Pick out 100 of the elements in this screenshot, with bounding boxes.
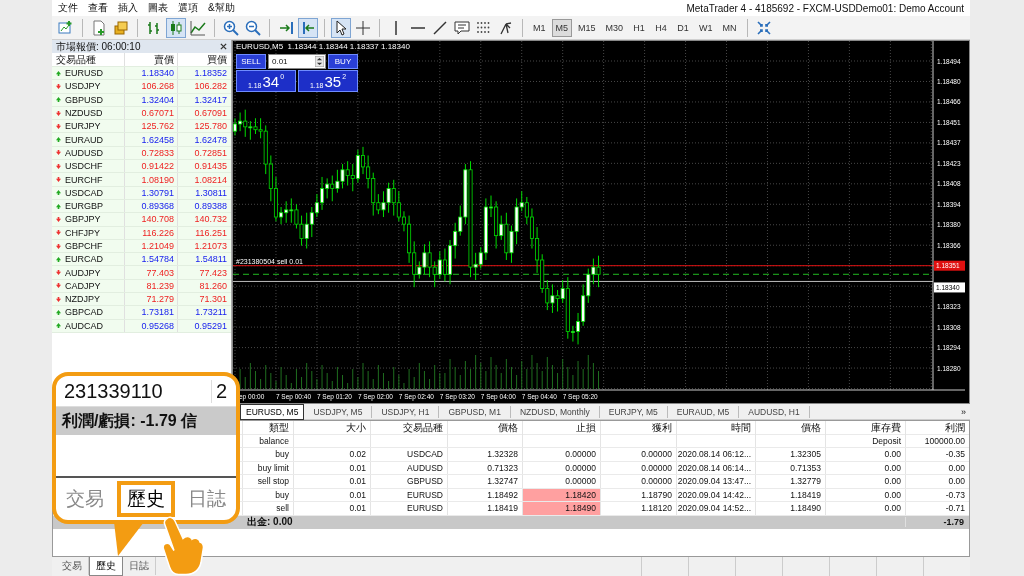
stack-icon: [113, 19, 129, 36]
symbol-name[interactable]: AUDUSD: [65, 147, 103, 158]
more-tabs-button[interactable]: »: [961, 406, 970, 417]
shift-arrow-icon: [300, 19, 316, 36]
column-header[interactable]: 利潤: [905, 421, 969, 435]
column-header[interactable]: 獲利: [600, 421, 676, 435]
timeframe-button[interactable]: H4: [651, 18, 672, 37]
terminal-tab[interactable]: 交易: [60, 485, 110, 513]
table-cell: 1.18120: [600, 502, 676, 515]
cursor-button[interactable]: [331, 17, 351, 38]
timeframe-button[interactable]: M30: [601, 18, 628, 37]
terminal-tab[interactable]: 日誌: [182, 485, 232, 513]
menu-item[interactable]: 插入: [118, 1, 138, 15]
bid-price: 0.67071: [124, 106, 177, 120]
symbol-name[interactable]: GBPUSD: [65, 94, 103, 105]
symbol-name[interactable]: NZDJPY: [65, 294, 100, 305]
symbol-name[interactable]: EURJPY: [65, 121, 101, 132]
column-header[interactable]: 交易品種: [370, 421, 447, 435]
table-cell: 1.18490: [755, 502, 825, 515]
terminal-tab[interactable]: 歷史: [117, 481, 175, 517]
timeframe-button[interactable]: MN: [718, 18, 741, 37]
table-cell: 0.00: [905, 461, 969, 474]
shift-arrow-button[interactable]: [298, 17, 318, 38]
bar-chart-icon: [146, 19, 162, 36]
symbol-name[interactable]: EURCAD: [65, 254, 103, 265]
table-cell: 0.00: [825, 475, 905, 488]
symbol-name[interactable]: EURAUD: [65, 134, 103, 145]
candlestick-button[interactable]: [166, 17, 186, 38]
column-header[interactable]: 價格: [447, 421, 522, 435]
symbol-name[interactable]: EURGBP: [65, 201, 103, 212]
lot-size-field[interactable]: 0.01: [268, 54, 326, 69]
timeframe-button[interactable]: W1: [695, 18, 717, 37]
table-cell: 0.00000: [600, 461, 676, 474]
table-cell: GBPUSD: [370, 475, 447, 488]
table-cell: 0.71353: [755, 461, 825, 474]
close-icon[interactable]: [220, 43, 227, 50]
spinner-icon[interactable]: [315, 56, 324, 67]
table-cell: balance: [242, 434, 293, 447]
column-header[interactable]: 價格: [755, 421, 825, 435]
symbol-name[interactable]: CADJPY: [65, 280, 101, 291]
menu-item[interactable]: 圖表: [148, 1, 168, 15]
ask-price: 0.72851: [177, 146, 230, 160]
symbol-name[interactable]: GBPCHF: [65, 241, 103, 251]
menu-item[interactable]: 選項: [178, 1, 198, 15]
chart-tab[interactable]: NZDUSD, Monthly: [510, 405, 600, 418]
timeframe-button[interactable]: H1: [629, 18, 650, 37]
symbol-name[interactable]: CHFJPY: [65, 227, 100, 238]
symbol-name[interactable]: EURCHF: [65, 174, 103, 185]
ask-price: 1.73211: [177, 306, 230, 319]
buy-button[interactable]: BUY: [328, 54, 358, 69]
symbol-name[interactable]: NZDUSD: [65, 108, 103, 119]
column-header[interactable]: 大小: [293, 421, 370, 435]
chart-tab[interactable]: AUDUSD, H1: [739, 405, 810, 418]
ask-price: 1.08214: [177, 173, 230, 186]
ask-price: 1.54811: [177, 253, 230, 266]
symbol-name[interactable]: AUDCAD: [65, 320, 103, 331]
menu-item[interactable]: 查看: [88, 1, 108, 15]
symbol-name[interactable]: GBPJPY: [65, 214, 101, 225]
symbol-name[interactable]: USDJPY: [65, 81, 101, 92]
chart-tab[interactable]: GBPUSD, M1: [439, 405, 511, 418]
symbol-name[interactable]: USDCHF: [65, 161, 103, 172]
chart-tab[interactable]: USDJPY, M5: [304, 405, 373, 418]
table-cell: EURUSD: [370, 502, 447, 515]
terminal-tab[interactable]: 日誌: [123, 557, 156, 575]
symbol-name[interactable]: EURUSD: [65, 68, 103, 79]
column-header[interactable]: 類型: [242, 421, 293, 435]
column-header[interactable]: 時間: [676, 421, 755, 435]
menu-item[interactable]: &幫助: [208, 1, 235, 15]
column-header[interactable]: 賣價: [124, 53, 177, 66]
terminal-tab[interactable]: 歷史: [89, 557, 123, 576]
timeframe-button[interactable]: M5: [551, 18, 573, 37]
candlestick-icon: [168, 19, 184, 36]
table-cell: 2020.09.04 14:52...: [676, 502, 755, 515]
column-header[interactable]: 買價: [177, 53, 230, 66]
chart-tab[interactable]: USDJPY, H1: [372, 405, 440, 418]
ask-price: 77.423: [177, 266, 230, 279]
table-cell: 1.18790: [600, 488, 676, 501]
symbol-name[interactable]: GBPCAD: [65, 307, 103, 318]
timeframe-button[interactable]: D1: [673, 18, 694, 37]
ask-price: 0.89388: [177, 199, 230, 213]
table-cell: 0.02: [293, 448, 370, 461]
column-header[interactable]: 止損: [522, 421, 600, 435]
table-cell: Deposit: [825, 434, 905, 447]
menu-item[interactable]: 文件: [58, 1, 78, 15]
table-cell: 0.00: [905, 475, 969, 488]
timeframe-button[interactable]: M15: [574, 18, 600, 37]
arrows-inward-icon: [755, 19, 772, 36]
sell-button[interactable]: SELL: [236, 54, 266, 69]
table-cell: 1.18490: [522, 502, 600, 515]
chart-tab[interactable]: EURJPY, M5: [599, 405, 668, 418]
page-plus-icon: [91, 19, 107, 36]
table-cell: -0.73: [905, 488, 969, 501]
chart-tab[interactable]: EURAUD, M5: [667, 405, 740, 418]
column-header[interactable]: 交易品種: [52, 53, 124, 66]
table-cell: EURUSD: [370, 488, 447, 501]
timeframe-button[interactable]: M1: [529, 18, 550, 37]
symbol-name[interactable]: USDCAD: [65, 187, 103, 198]
column-header[interactable]: 庫存費: [825, 421, 905, 435]
table-cell: 0.00000: [522, 448, 600, 461]
symbol-name[interactable]: AUDJPY: [65, 267, 101, 278]
